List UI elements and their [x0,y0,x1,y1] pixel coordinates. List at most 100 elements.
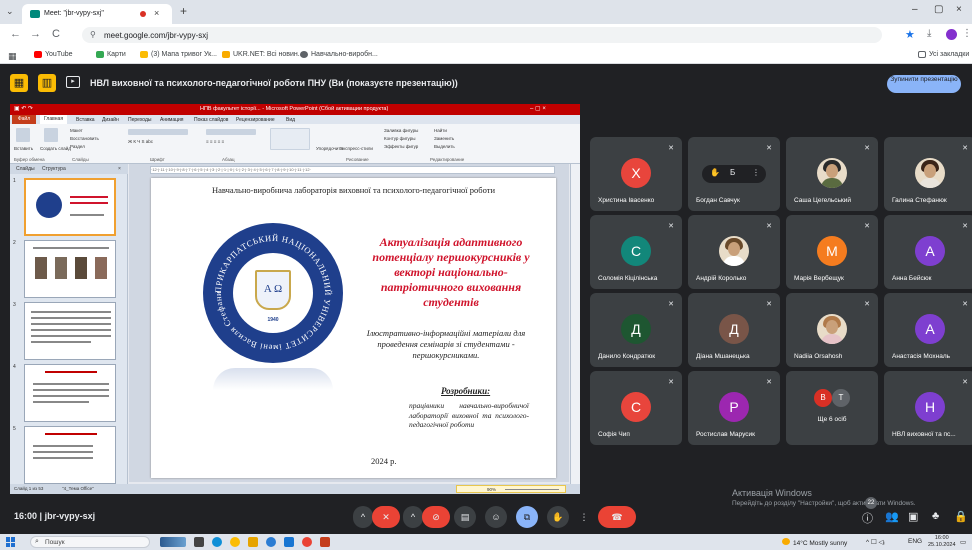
layout-label[interactable]: Макет [70,128,83,133]
slide-scrollbar[interactable] [570,164,580,484]
participant-tile[interactable]: ✕ Nadiia Orsahosh [786,293,878,367]
powerpoint-icon[interactable] [320,537,330,547]
notifications-icon[interactable]: ▭ [960,538,966,546]
ribbon-tab-review[interactable]: Рецензирование [236,117,275,123]
participant-tile[interactable]: ✕ Галина Стефанюк [884,137,972,211]
file-explorer-icon[interactable] [248,537,258,547]
participant-tile[interactable]: М ✕ Марія Вербещук [786,215,878,289]
slide-thumb-4[interactable] [24,364,116,422]
taskbar-search[interactable]: ⌕ Пошук [30,536,150,548]
store-icon[interactable] [284,537,294,547]
participant-tile[interactable]: Р ✕ Ростислав Марусик [688,371,780,445]
ribbon-tab-file[interactable]: Файл [12,115,36,124]
present-button[interactable]: ⧉ [516,506,538,528]
window-minimize-button[interactable]: – [912,4,918,15]
tile-menu-icon[interactable]: ⋮ [752,168,760,177]
shape-fill-label[interactable]: Заливка фигуры [384,128,418,133]
leave-call-button[interactable]: ☎ [598,506,636,528]
bookmark-star-icon[interactable]: ★ [905,28,915,41]
language-indicator[interactable]: ENG [908,538,922,545]
address-bar[interactable]: ⚲ meet.google.com/jbr-vypy-sxj [82,27,882,43]
task-view-icon[interactable] [194,537,204,547]
bookmark-lab[interactable]: Навчально-виробн... [300,51,378,58]
participant-tile[interactable]: Х ✕ Христина Івасенко [590,137,682,211]
tab-close-icon[interactable]: × [154,8,159,18]
host-controls-icon[interactable]: 🔒 [954,510,968,523]
ribbon-tab-transitions[interactable]: Переходы [128,117,151,123]
participant-tile[interactable]: С ✕ Соломія Кіцілінська [590,215,682,289]
activities-icon[interactable]: ♣ [932,510,939,522]
bookmark-ukrnet[interactable]: UKR.NET: Всі новин... [222,51,304,58]
meeting-info-icon[interactable]: ⓘ [862,510,873,526]
participant-tile[interactable]: А ✕ Анна Бейсюк [884,215,972,289]
section-label[interactable]: Раздел [70,144,85,149]
slide-thumb-3[interactable] [24,302,116,360]
back-button[interactable]: ← [10,28,21,40]
chrome-active-icon[interactable] [302,537,312,547]
pane-tab-slides[interactable]: Слайды [16,166,35,172]
ribbon-tab-animation[interactable]: Анимация [160,117,183,123]
apps-grid-icon[interactable]: ▦ [8,51,17,62]
reload-button[interactable]: C [52,28,60,40]
current-slide[interactable]: Навчально-виробнича лабораторія виховної… [151,178,556,478]
participant-tile[interactable]: С ✕ Софія Чип [590,371,682,445]
forward-button[interactable]: → [30,28,41,40]
all-bookmarks[interactable]: Усі закладки [918,51,969,58]
select-label[interactable]: Выделить [434,144,455,149]
new-tab-button[interactable]: + [180,4,187,18]
tab-search-chevron-icon[interactable]: ⌄ [6,6,14,17]
participant-tile[interactable]: Д ✕ Діана Мшанецька [688,293,780,367]
browser-menu-icon[interactable]: ⋮ [962,28,972,39]
slide-thumb-1[interactable] [24,178,116,236]
mic-off-button[interactable]: ✕ [372,506,400,528]
camera-off-button[interactable]: ⊘ [422,506,450,528]
paragraph-box[interactable] [206,129,256,135]
font-format-buttons[interactable]: Ж К Ч S abc [128,139,153,144]
participant-tile[interactable]: ✕ Саша Цегельський [786,137,878,211]
participant-tile[interactable]: Н ✕ НВЛ виховної та пс... [884,371,972,445]
tile-hover-overlay[interactable]: ✋ Б ⋮ [702,165,766,183]
window-close-button[interactable]: × [956,4,962,15]
edge-icon[interactable] [212,537,222,547]
ribbon-tab-home[interactable]: Главная [40,115,68,124]
new-slide-icon[interactable] [44,128,58,142]
video-options-chevron-icon[interactable]: ^ [403,506,423,528]
app-icon[interactable] [266,537,276,547]
chrome-icon[interactable] [230,537,240,547]
download-icon[interactable]: ⤓ [927,28,931,39]
browser-tab-meet[interactable]: Meet: "jbr-vypy-sxj" × [22,4,172,24]
audio-options-chevron-icon[interactable]: ^ [353,506,373,528]
reactions-button[interactable]: ☺ [485,506,507,528]
reset-label[interactable]: Восстановить [70,136,99,141]
paste-icon[interactable] [16,128,30,142]
chat-icon[interactable]: ▣ [908,510,918,523]
font-family-box[interactable] [128,129,188,135]
pane-close-icon[interactable]: × [118,166,121,172]
captions-button[interactable]: ▤ [454,506,476,528]
participant-tile[interactable]: Д ✕ Данило Кондратюк [590,293,682,367]
taskbar-widget-image[interactable] [160,537,186,547]
pin-tile-icon[interactable]: Б [730,168,735,177]
slide-thumb-5[interactable] [24,426,116,484]
more-options-button[interactable]: ⋮ [576,506,592,528]
window-maximize-button[interactable]: ▢ [934,4,943,15]
weather-widget[interactable]: 14°C Mostly sunny [782,538,847,547]
participant-tile[interactable]: А ✕ Анастасія Мохналь [884,293,972,367]
tray-icons[interactable]: ^ ☐ ◁ᵢ [866,538,885,546]
ribbon-tab-slideshow[interactable]: Показ слайдов [194,117,228,123]
ppt-window-controls[interactable]: – ▢ × [530,105,546,112]
windows-start-icon[interactable] [6,537,16,547]
shapes-gallery[interactable] [270,128,310,150]
bookmark-youtube[interactable]: YouTube [34,51,73,58]
people-icon[interactable]: 👥 [885,510,899,523]
participant-tile[interactable]: В Т Ще 6 осіб [786,371,878,445]
zoom-control[interactable]: 90% [456,485,566,493]
participant-tile[interactable]: ✋ Б ⋮ ✕ Богдан Савчук [688,137,780,211]
slide-thumb-2[interactable] [24,240,116,298]
ribbon-tab-insert[interactable]: Вставка [76,117,95,123]
profile-avatar[interactable] [946,29,957,40]
replace-label[interactable]: Заменить [434,136,454,141]
shape-outline-label[interactable]: Контур фигуры [384,136,415,141]
ribbon-tab-view[interactable]: Вид [286,117,295,123]
quick-styles-label[interactable]: Экспресс-стили [340,146,373,151]
